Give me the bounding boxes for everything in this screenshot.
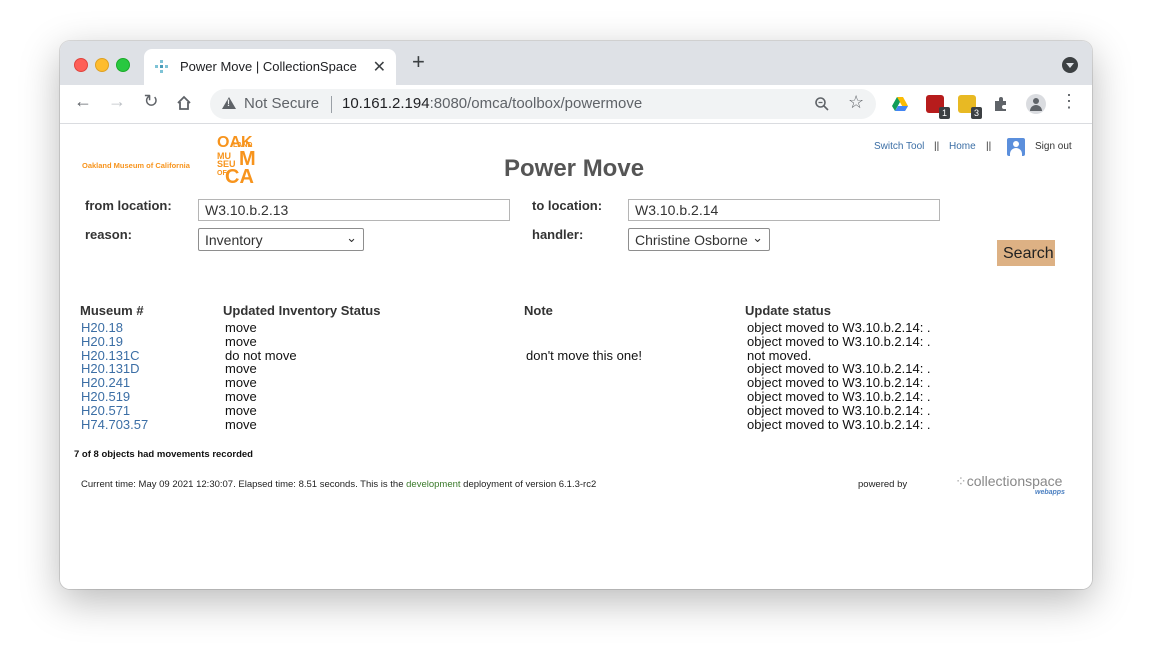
- logo-ca: CA: [225, 166, 254, 188]
- omnibox-divider: [331, 96, 332, 113]
- forward-arrow-icon[interactable]: →: [105, 91, 129, 112]
- footer-suffix: deployment of version 6.1.3-rc2: [460, 479, 597, 490]
- update-status-cell: object moved to W3.10.b.2.14: .: [747, 416, 931, 432]
- column-header-inventory-status: Updated Inventory Status: [223, 303, 381, 318]
- puzzle-extensions-icon[interactable]: [992, 95, 1010, 113]
- column-header-museum-number: Museum #: [80, 303, 144, 318]
- reason-selected-value: Inventory: [205, 232, 263, 248]
- inventory-status-cell: move: [225, 333, 257, 349]
- summary-text: 7 of 8 objects had movements recorded: [74, 449, 253, 460]
- page-content: Oakland Museum of California OAK LAND MU…: [60, 124, 1092, 589]
- museum-number-link[interactable]: H20.571: [81, 403, 130, 418]
- update-status-cell: object moved to W3.10.b.2.14: .: [747, 389, 931, 404]
- extension-badge: 3: [970, 107, 982, 119]
- museum-number-link[interactable]: H74.703.57: [81, 417, 148, 432]
- search-button[interactable]: Search: [997, 240, 1055, 266]
- url-path: :8080/omca/toolbox/powermove: [429, 95, 643, 112]
- inventory-status-cell: move: [225, 402, 257, 418]
- table-row: H20.18 move object moved to W3.10.b.2.14: …: [60, 321, 1092, 335]
- browser-toolbar: ← → ↻ Not Secure 10.161.2.194:8080/omca/…: [60, 85, 1092, 124]
- nav-separator: ||: [986, 141, 992, 152]
- inventory-status-cell: move: [225, 389, 257, 404]
- table-row: H20.571 move object moved to W3.10.b.2.14:…: [60, 402, 1092, 418]
- to-location-input[interactable]: [628, 199, 940, 221]
- home-link[interactable]: Home: [949, 141, 976, 152]
- footer-prefix: Current time: May 09 2021 12:30:07. Elap…: [81, 479, 407, 490]
- handler-selected-value: Christine Osborne: [635, 232, 748, 248]
- handler-label: handler:: [532, 227, 584, 242]
- browser-window: Power Move | CollectionSpace ✕ + ← → ↻ N…: [60, 41, 1092, 589]
- sign-out-link[interactable]: Sign out: [1035, 141, 1072, 152]
- profile-avatar-icon[interactable]: [1026, 94, 1046, 114]
- tab-power-move[interactable]: Power Move | CollectionSpace ✕: [144, 49, 396, 85]
- table-row: H20.19 move object moved to W3.10.b.2.14: …: [60, 333, 1092, 349]
- museum-name: Oakland Museum of California: [82, 161, 190, 170]
- back-arrow-icon[interactable]: ←: [71, 91, 95, 112]
- reload-icon[interactable]: ↻: [139, 91, 163, 112]
- from-location-label: from location:: [85, 198, 172, 213]
- user-icon: [1007, 138, 1025, 156]
- extension-badge: 1: [938, 107, 950, 119]
- museum-number-link[interactable]: H20.18: [81, 321, 123, 335]
- warning-icon: [222, 97, 236, 109]
- page-title: Power Move: [504, 155, 645, 182]
- table-row: H20.519 move object moved to W3.10.b.2.14:…: [60, 390, 1092, 404]
- update-status-cell: object moved to W3.10.b.2.14: .: [747, 333, 931, 349]
- reason-label: reason:: [85, 227, 132, 242]
- handler-select[interactable]: Christine Osborne ⌄: [628, 228, 770, 251]
- to-location-label: to location:: [532, 198, 603, 213]
- footer-text: Current time: May 09 2021 12:30:07. Elap…: [81, 479, 596, 490]
- extension-yellow-icon[interactable]: 3: [958, 95, 982, 119]
- close-window-button[interactable]: [74, 58, 88, 72]
- column-header-note: Note: [524, 303, 553, 318]
- museum-number-link[interactable]: H20.519: [81, 390, 130, 404]
- google-drive-icon[interactable]: [891, 95, 909, 113]
- home-icon[interactable]: [176, 95, 192, 111]
- table-row: H20.131D move object moved to W3.10.b.2.14…: [60, 362, 1092, 376]
- bookmark-star-icon[interactable]: ☆: [848, 92, 864, 113]
- museum-number-link[interactable]: H20.19: [81, 334, 123, 349]
- collectionspace-logo: ⁘collectionspace: [955, 473, 1062, 490]
- logo-line: OF CA: [217, 167, 259, 187]
- chevron-down-icon: ⌄: [750, 230, 763, 246]
- from-location-input[interactable]: [198, 199, 510, 221]
- update-status-cell: object moved to W3.10.b.2.14: .: [747, 402, 931, 418]
- table-row: H20.131C do not move don't move this one! n…: [60, 347, 1092, 363]
- table-row: H74.703.57 move object moved to W3.10.b.2.…: [60, 416, 1092, 432]
- cs-logo-text: collectionspace: [966, 473, 1063, 489]
- tab-title: Power Move | CollectionSpace: [180, 59, 357, 74]
- column-header-update-status: Update status: [745, 303, 831, 318]
- tab-close-icon[interactable]: ✕: [373, 57, 386, 77]
- tab-strip: Power Move | CollectionSpace ✕ +: [60, 41, 1092, 85]
- omca-logo: OAK LAND MU SEU M OF CA: [217, 135, 259, 194]
- maximize-window-button[interactable]: [116, 58, 130, 72]
- address-bar[interactable]: Not Secure 10.161.2.194:8080/omca/toolbo…: [210, 89, 876, 119]
- security-label: Not Secure: [244, 95, 320, 112]
- switch-tool-link[interactable]: Switch Tool: [874, 141, 924, 152]
- url-text: 10.161.2.194:8080/omca/toolbox/powermove: [342, 95, 642, 112]
- nav-separator: ||: [934, 141, 940, 152]
- footer-environment: development: [406, 479, 461, 490]
- inventory-status-cell: move: [225, 416, 257, 432]
- tab-search-icon[interactable]: [1062, 57, 1078, 73]
- url-host: 10.161.2.194: [342, 95, 430, 112]
- powered-by-text: powered by: [858, 479, 908, 490]
- chevron-down-icon: ⌄: [346, 230, 357, 245]
- collectionspace-webapps-label: webapps: [1035, 489, 1065, 496]
- table-row: H20.241 move object moved to W3.10.b.2.14:…: [60, 376, 1092, 390]
- zoom-icon[interactable]: [814, 96, 830, 112]
- note-cell: don't move this one!: [526, 347, 642, 363]
- kebab-menu-icon[interactable]: ⋮: [1060, 91, 1078, 112]
- new-tab-icon[interactable]: +: [412, 49, 425, 75]
- inventory-status-cell: move: [225, 320, 257, 335]
- update-status-cell: object moved to W3.10.b.2.14: .: [747, 320, 931, 335]
- extension-ublock-icon[interactable]: 1: [926, 95, 950, 119]
- reason-select[interactable]: Inventory ⌄: [198, 228, 364, 251]
- cs-logo-mark-icon: ⁘: [955, 473, 967, 489]
- minimize-window-button[interactable]: [95, 58, 109, 72]
- logo-m: M: [239, 148, 256, 170]
- collectionspace-favicon-icon: [155, 60, 168, 73]
